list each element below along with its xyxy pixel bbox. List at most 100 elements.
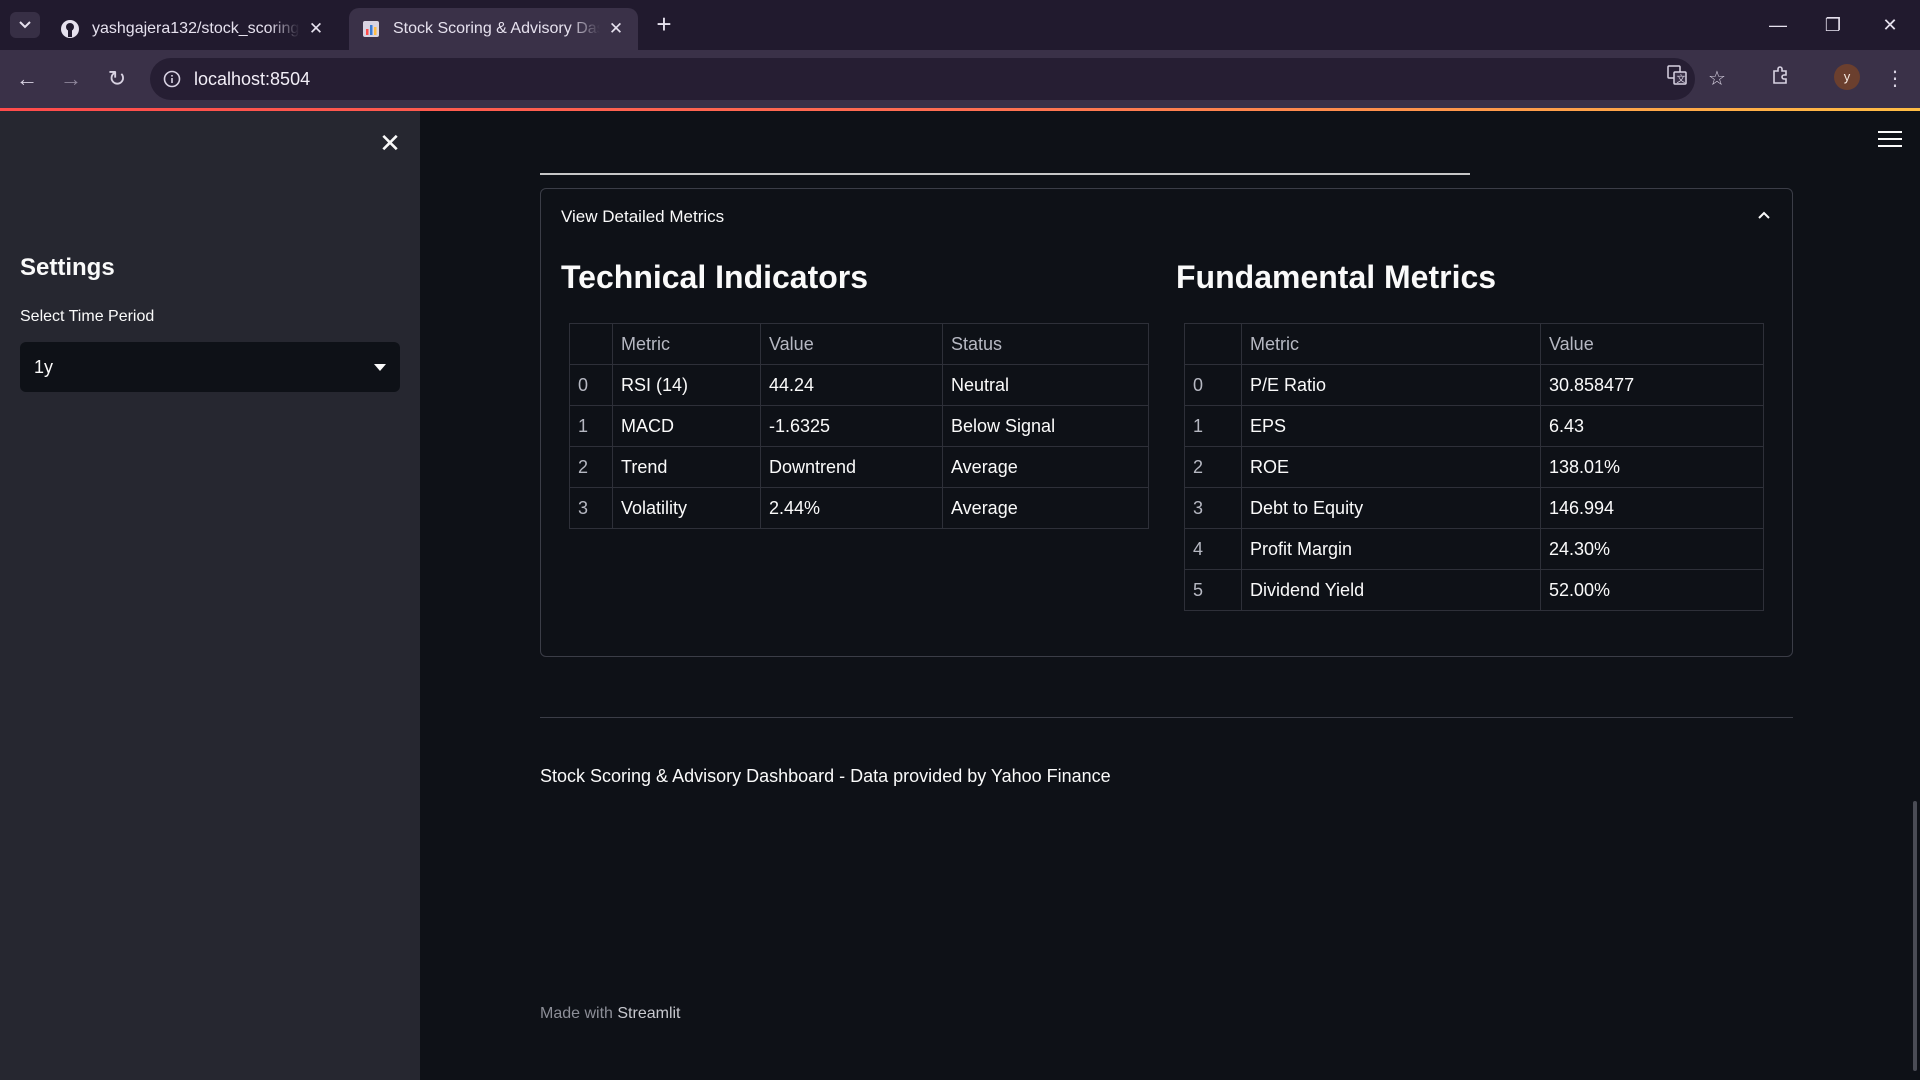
table-cell: Volatility <box>612 487 761 529</box>
table-cell: 146.994 <box>1540 487 1764 529</box>
svg-text:文: 文 <box>1677 73 1686 85</box>
time-period-label: Select Time Period <box>20 308 155 325</box>
table-cell: 6.43 <box>1540 405 1764 447</box>
close-window-icon[interactable]: ✕ <box>1870 10 1910 40</box>
table-cell: 1 <box>1184 405 1242 447</box>
expander-header[interactable]: View Detailed Metrics <box>561 207 724 227</box>
table-cell: 1 <box>569 405 613 447</box>
table-cell: Profit Margin <box>1241 528 1541 570</box>
close-tab-icon[interactable]: ✕ <box>606 19 626 39</box>
table-cell: MACD <box>612 405 761 447</box>
fundamental-metrics-title: Fundamental Metrics <box>1176 259 1497 295</box>
tab-github[interactable]: yashgajera132/stock_scoring_advisory ✕ <box>48 8 338 50</box>
divider <box>540 173 1470 175</box>
table-row: 1 EPS 6.43 <box>1184 405 1764 447</box>
table-cell: Below Signal <box>942 405 1149 447</box>
table-header[interactable]: Metric <box>1241 323 1541 365</box>
table-header-index <box>1184 323 1242 365</box>
table-row: 0 RSI (14) 44.24 Neutral <box>569 364 1149 406</box>
tab-dashboard[interactable]: Stock Scoring & Advisory Dashboard ✕ <box>349 8 638 50</box>
minimize-icon[interactable]: — <box>1758 10 1798 40</box>
scrollbar[interactable] <box>1913 801 1917 1071</box>
table-cell: 0 <box>569 364 613 406</box>
close-tab-icon[interactable]: ✕ <box>306 19 326 39</box>
table-cell: RSI (14) <box>612 364 761 406</box>
table-cell: 30.858477 <box>1540 364 1764 406</box>
technical-table: Metric Value Status 0 RSI (14) 44.24 Neu… <box>569 323 1149 529</box>
tab-title: yashgajera132/stock_scoring_advisory <box>92 20 300 37</box>
table-row: 5 Dividend Yield 52.00% <box>1184 569 1764 611</box>
table-header[interactable]: Status <box>942 323 1149 365</box>
table-cell: ROE <box>1241 446 1541 488</box>
table-cell: 138.01% <box>1540 446 1764 488</box>
table-header[interactable]: Metric <box>612 323 761 365</box>
table-cell: -1.6325 <box>760 405 943 447</box>
table-row: 0 P/E Ratio 30.858477 <box>1184 364 1764 406</box>
close-sidebar-icon[interactable]: ✕ <box>376 129 404 157</box>
made-with-footer: Made with Streamlit <box>540 1005 681 1023</box>
table-cell: 5 <box>1184 569 1242 611</box>
chevron-up-icon[interactable] <box>1758 209 1770 221</box>
table-cell: 44.24 <box>760 364 943 406</box>
table-header-row: Metric Value <box>1184 323 1764 365</box>
site-info-icon[interactable] <box>150 70 194 88</box>
table-cell: Average <box>942 446 1149 488</box>
reload-icon[interactable]: ↻ <box>102 64 132 94</box>
table-cell: Average <box>942 487 1149 529</box>
sidebar-title: Settings <box>20 254 115 281</box>
more-menu-icon[interactable]: ⋮ <box>1880 64 1910 94</box>
time-period-select[interactable]: 1y <box>20 342 400 392</box>
main-content: View Detailed Metrics Technical Indicato… <box>420 111 1920 1080</box>
tab-title: Stock Scoring & Advisory Dashboard <box>393 20 600 37</box>
restore-icon[interactable]: ❐ <box>1813 10 1853 40</box>
bookmark-star-icon[interactable]: ☆ <box>1702 64 1732 94</box>
caret-down-icon <box>374 363 386 371</box>
extensions-icon[interactable] <box>1766 64 1796 94</box>
detailed-metrics-expander: View Detailed Metrics Technical Indicato… <box>540 188 1793 657</box>
tab-search-button[interactable] <box>10 12 40 38</box>
address-bar[interactable]: localhost:8504 <box>150 58 1695 100</box>
chevron-down-icon <box>19 21 31 29</box>
streamlit-link[interactable]: Streamlit <box>617 1005 680 1022</box>
table-row: 4 Profit Margin 24.30% <box>1184 528 1764 570</box>
url-text: localhost:8504 <box>194 68 311 89</box>
table-row: 1 MACD -1.6325 Below Signal <box>569 405 1149 447</box>
table-cell: 4 <box>1184 528 1242 570</box>
technical-indicators-title: Technical Indicators <box>561 259 869 295</box>
back-arrow-icon[interactable]: ← <box>12 64 42 94</box>
table-cell: 2 <box>1184 446 1242 488</box>
table-cell: Dividend Yield <box>1241 569 1541 611</box>
translate-icon[interactable]: 文 <box>1662 64 1692 94</box>
avatar[interactable]: y <box>1834 64 1860 90</box>
new-tab-button[interactable]: + <box>652 11 676 38</box>
table-row: 3 Volatility 2.44% Average <box>569 487 1149 529</box>
table-cell: Neutral <box>942 364 1149 406</box>
table-header-index <box>569 323 613 365</box>
table-cell: 3 <box>1184 487 1242 529</box>
github-icon <box>60 19 80 39</box>
made-with-label: Made with <box>540 1005 613 1022</box>
table-cell: 0 <box>1184 364 1242 406</box>
divider <box>540 717 1793 718</box>
table-cell: 2 <box>569 446 613 488</box>
fundamental-table: Metric Value 0 P/E Ratio 30.858477 1 EPS… <box>1184 323 1764 611</box>
table-row: 2 Trend Downtrend Average <box>569 446 1149 488</box>
table-cell: 2.44% <box>760 487 943 529</box>
table-header[interactable]: Value <box>760 323 943 365</box>
table-row: 3 Debt to Equity 146.994 <box>1184 487 1764 529</box>
browser-tab-bar: yashgajera132/stock_scoring_advisory ✕ S… <box>0 0 1920 50</box>
table-cell: Trend <box>612 446 761 488</box>
table-cell: 3 <box>569 487 613 529</box>
sidebar: ✕ Settings Select Time Period 1y <box>0 111 420 1080</box>
hamburger-menu-icon[interactable] <box>1878 131 1902 151</box>
table-header[interactable]: Value <box>1540 323 1764 365</box>
streamlit-chart-icon <box>361 19 381 39</box>
time-period-value: 1y <box>34 356 54 377</box>
footer-text: Stock Scoring & Advisory Dashboard - Dat… <box>540 766 1111 786</box>
table-cell: 24.30% <box>1540 528 1764 570</box>
table-cell: P/E Ratio <box>1241 364 1541 406</box>
table-cell: Debt to Equity <box>1241 487 1541 529</box>
browser-toolbar: ← → ↻ localhost:8504 文 ☆ ⋮ <box>0 50 1920 108</box>
forward-arrow-icon[interactable]: → <box>56 64 86 94</box>
table-cell: 52.00% <box>1540 569 1764 611</box>
